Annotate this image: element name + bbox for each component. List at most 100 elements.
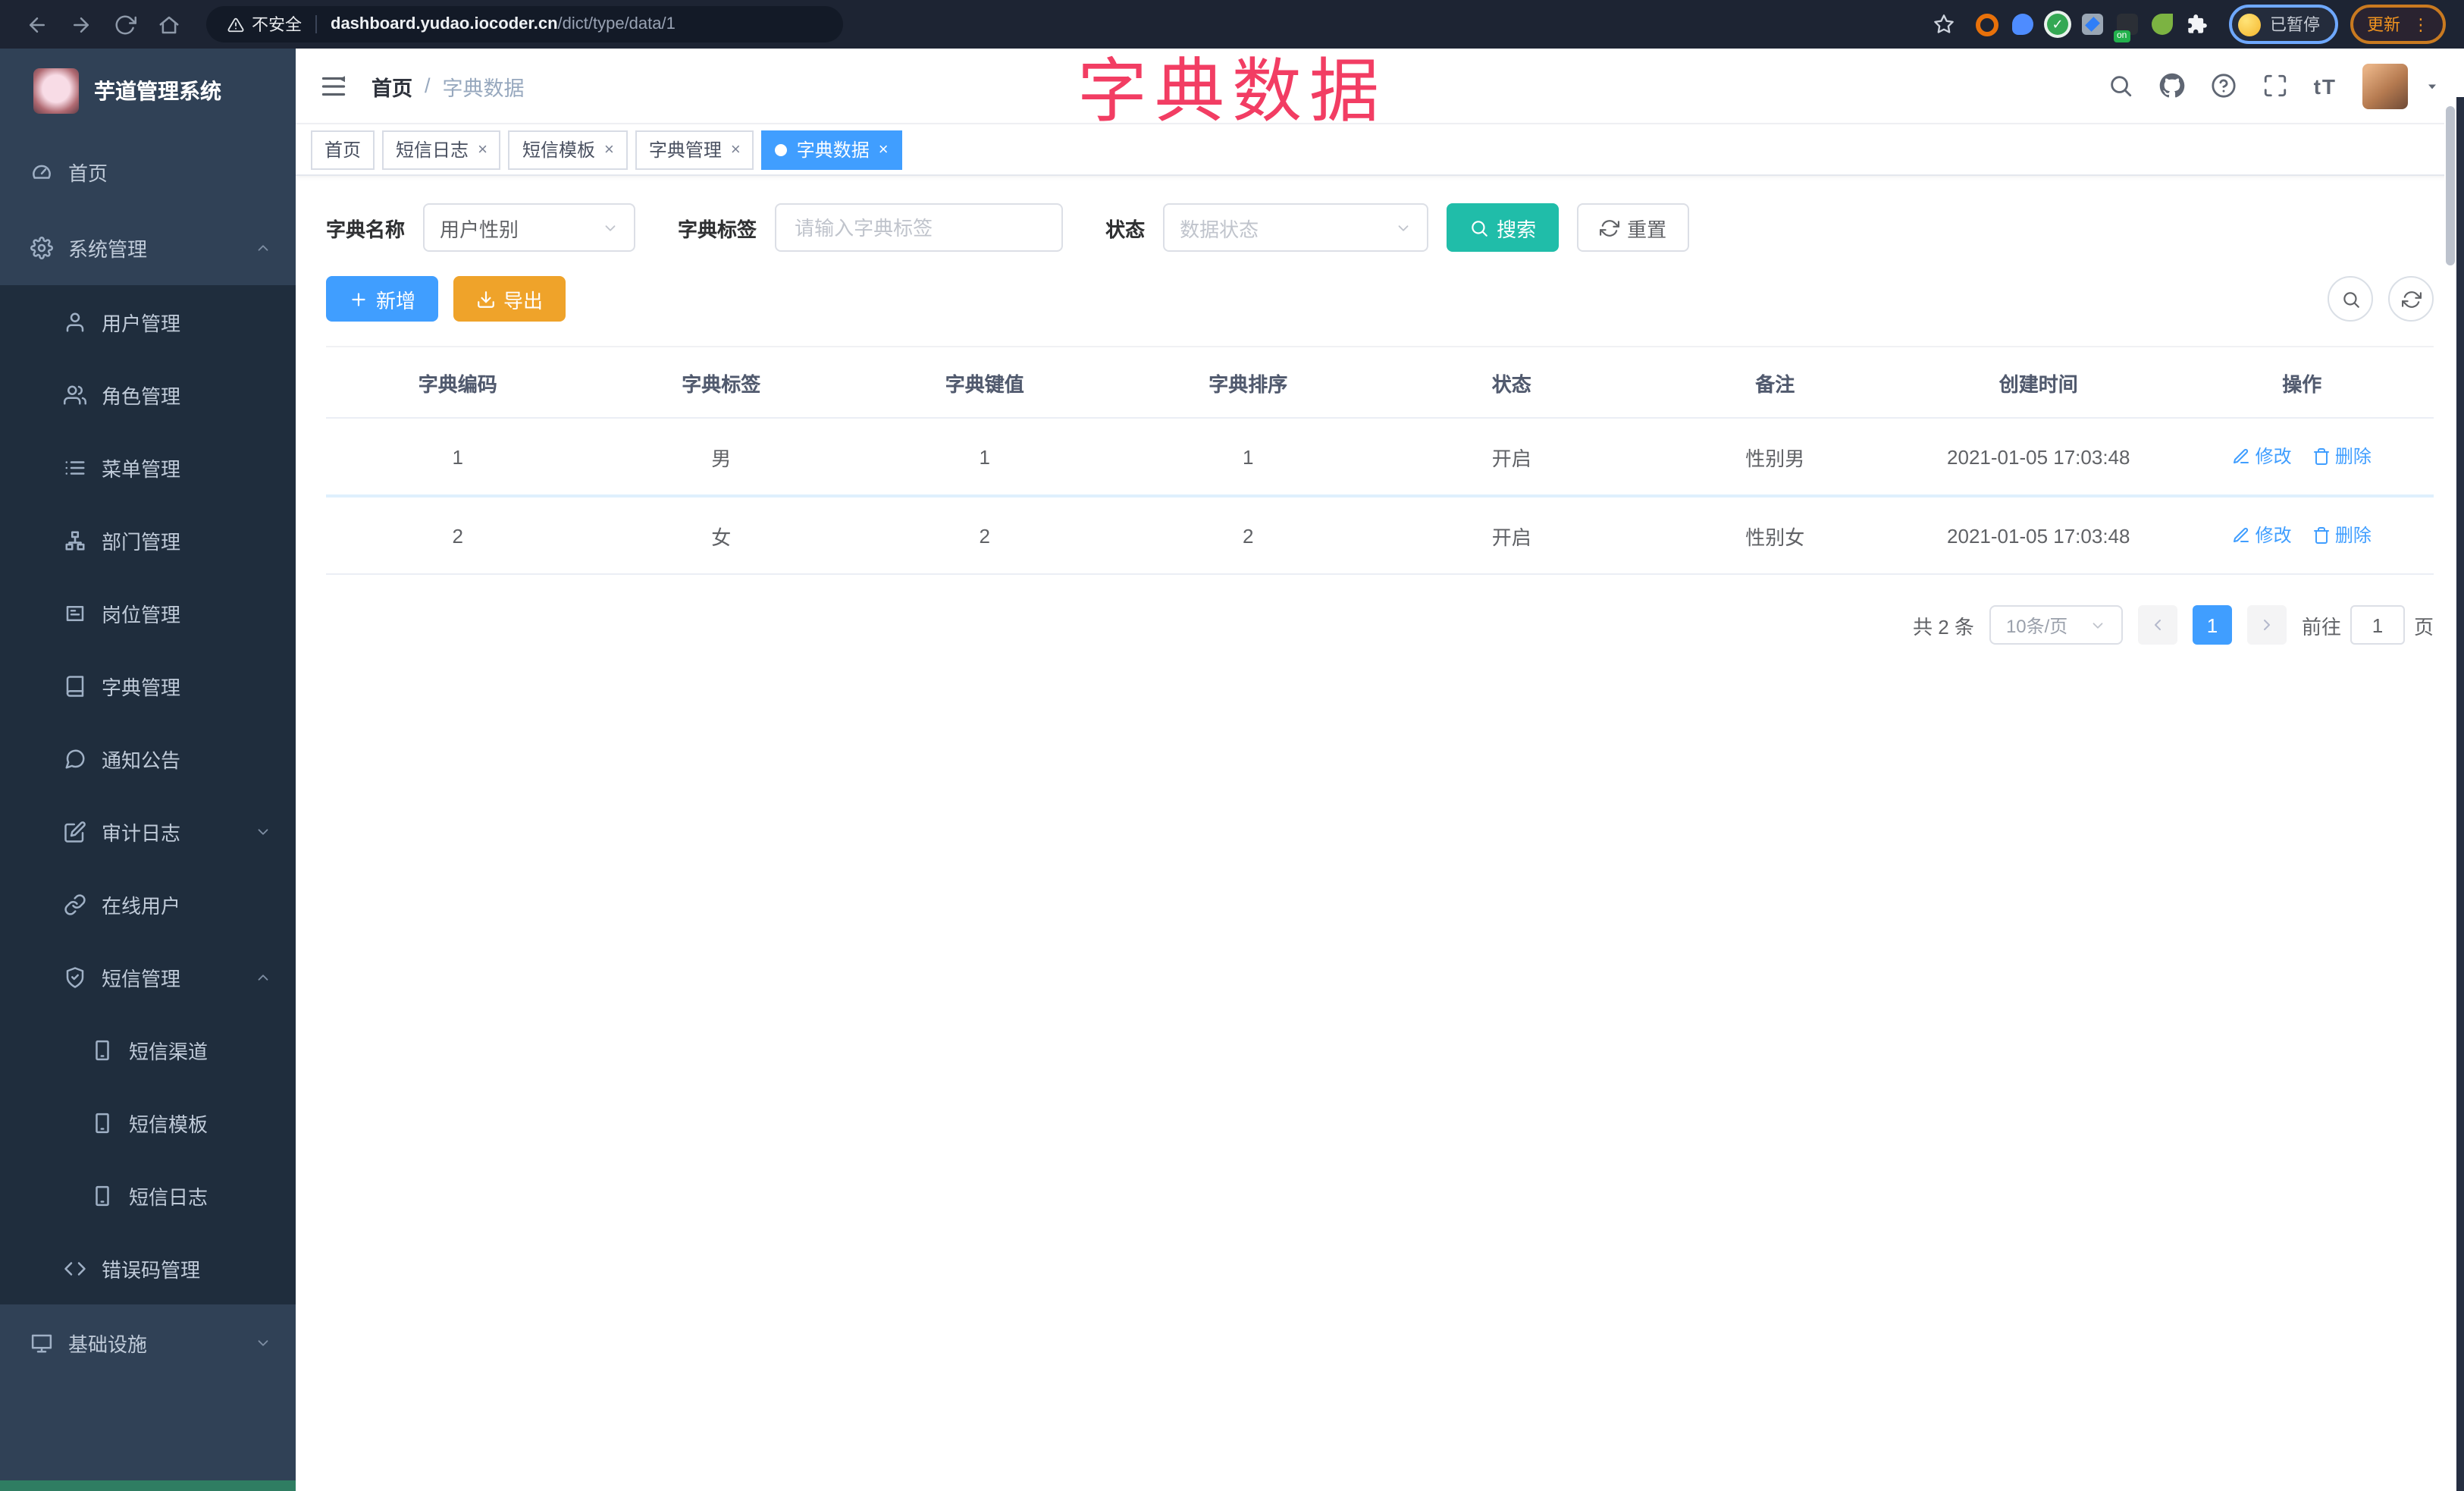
sidebar-item-label: 菜单管理 — [102, 457, 181, 480]
sidebar-item-online-users[interactable]: 在线用户 — [0, 868, 296, 940]
cell-dict-sort: 1 — [1116, 418, 1380, 498]
browser-menu-kebab-icon[interactable]: ⋮ — [2412, 14, 2429, 34]
tab-sms-log[interactable]: 短信日志 × — [382, 130, 501, 169]
sidebar-item-sms-log[interactable]: 短信日志 — [0, 1159, 296, 1232]
search-icon[interactable] — [2108, 73, 2133, 99]
cell-actions: 修改 删除 — [2170, 418, 2434, 498]
chevron-down-icon — [255, 823, 271, 840]
avatar-caret-down-icon[interactable] — [2425, 78, 2440, 93]
page-scrollbar[interactable] — [2444, 97, 2464, 1491]
sidebar-item-audit-log[interactable]: 审计日志 — [0, 795, 296, 868]
goto-page-input[interactable] — [2350, 605, 2405, 645]
current-page-button[interactable]: 1 — [2192, 605, 2232, 645]
font-size-icon[interactable]: tT — [2314, 74, 2337, 98]
fullscreen-icon[interactable] — [2262, 73, 2288, 99]
add-button[interactable]: 新增 — [326, 276, 439, 322]
sidebar-item-dept-mgmt[interactable]: 部门管理 — [0, 504, 296, 576]
sidebar-item-home[interactable]: 首页 — [0, 133, 296, 209]
app-logo-row[interactable]: 芋道管理系统 — [0, 49, 296, 133]
sidebar-item-dict-mgmt[interactable]: 字典管理 — [0, 649, 296, 722]
edit-pen-icon — [2233, 447, 2251, 466]
extension-orange-icon[interactable] — [1976, 13, 1998, 36]
col-header: 操作 — [2170, 346, 2434, 419]
tab-dict-data[interactable]: 字典数据 × — [761, 130, 902, 169]
sidebar-item-notice[interactable]: 通知公告 — [0, 722, 296, 795]
reset-button-label: 重置 — [1627, 218, 1667, 240]
browser-reload-icon[interactable] — [114, 13, 136, 36]
sidebar-item-menu-mgmt[interactable]: 菜单管理 — [0, 431, 296, 504]
extension-drop-icon[interactable] — [2012, 14, 2033, 35]
edit-link[interactable]: 修改 — [2233, 444, 2292, 469]
status-select[interactable]: 数据状态 — [1163, 203, 1429, 252]
extension-bars-icon[interactable] — [2082, 14, 2103, 35]
sidebar-bottom-strip — [0, 1480, 296, 1491]
prev-page-button[interactable] — [2137, 605, 2177, 645]
address-bar[interactable]: 不安全 dashboard.yudao.iocoder.cn/dict/type… — [206, 6, 843, 42]
browser-back-icon[interactable] — [26, 13, 49, 36]
sidebar-item-label: 错误码管理 — [102, 1258, 201, 1281]
refresh-table-button[interactable] — [2388, 276, 2434, 322]
close-icon[interactable]: × — [731, 140, 741, 159]
dict-tag-input[interactable] — [792, 215, 1047, 240]
refresh-icon — [2401, 289, 2421, 309]
delete-link[interactable]: 删除 — [2312, 444, 2372, 469]
sidebar-item-infrastructure[interactable]: 基础设施 — [0, 1304, 296, 1380]
reset-button[interactable]: 重置 — [1577, 203, 1690, 252]
sidebar-collapse-icon[interactable] — [320, 72, 347, 99]
extension-sprout-icon[interactable] — [2152, 14, 2173, 35]
trash-icon — [2312, 447, 2331, 466]
github-icon[interactable] — [2159, 73, 2185, 99]
cell-actions: 修改 删除 — [2170, 496, 2434, 575]
sidebar-item-role-mgmt[interactable]: 角色管理 — [0, 358, 296, 431]
navbar-actions: tT — [2108, 63, 2440, 108]
help-icon[interactable] — [2211, 73, 2237, 99]
chevron-down-icon — [602, 219, 619, 236]
extensions-puzzle-icon[interactable] — [2187, 14, 2208, 35]
toggle-search-button[interactable] — [2328, 276, 2373, 322]
refresh-icon — [1600, 218, 1620, 237]
extension-check-icon[interactable]: ✓ — [2047, 14, 2068, 35]
sidebar-item-sms-channel[interactable]: 短信渠道 — [0, 1013, 296, 1086]
tab-sms-template[interactable]: 短信模板 × — [508, 130, 628, 169]
scrollbar-thumb[interactable] — [2446, 106, 2455, 265]
edit-link[interactable]: 修改 — [2233, 523, 2292, 548]
cell-dict-sort: 2 — [1116, 496, 1380, 575]
next-page-button[interactable] — [2246, 605, 2287, 645]
close-icon[interactable]: × — [478, 140, 487, 159]
col-header: 字典排序 — [1116, 346, 1380, 419]
browser-home-icon[interactable] — [158, 13, 180, 36]
tab-dict-mgmt[interactable]: 字典管理 × — [635, 130, 754, 169]
sidebar-item-error-code[interactable]: 错误码管理 — [0, 1232, 296, 1304]
export-button[interactable]: 导出 — [453, 276, 566, 322]
app-title: 芋道管理系统 — [94, 79, 221, 103]
close-icon[interactable]: × — [604, 140, 614, 159]
sidebar-item-system-mgmt[interactable]: 系统管理 — [0, 209, 296, 285]
close-icon[interactable]: × — [879, 140, 889, 159]
browser-forward-icon[interactable] — [70, 13, 92, 36]
bookmark-star-icon[interactable] — [1933, 14, 1955, 35]
page-unit-label: 页 — [2413, 615, 2434, 638]
sidebar-item-label: 部门管理 — [102, 530, 181, 553]
cell-dict-code: 2 — [326, 496, 590, 575]
extension-dark-icon[interactable]: on — [2114, 14, 2138, 42]
page-size-select[interactable]: 10条/页 — [1989, 605, 2123, 645]
sidebar-item-label: 审计日志 — [102, 821, 181, 844]
browser-update-button[interactable]: 更新 ⋮ — [2350, 5, 2446, 44]
sidebar-item-sms-mgmt[interactable]: 短信管理 — [0, 940, 296, 1013]
user-avatar[interactable] — [2362, 63, 2408, 108]
cell-remark: 性别女 — [1643, 496, 1907, 575]
dict-name-select[interactable]: 用户性别 — [423, 203, 636, 252]
sidebar-item-post-mgmt[interactable]: 岗位管理 — [0, 576, 296, 649]
sidebar-item-sms-template[interactable]: 短信模板 — [0, 1086, 296, 1159]
page-watermark-title: 字典数据 — [1077, 52, 1387, 130]
profile-paused-chip[interactable]: 已暂停 — [2229, 5, 2338, 44]
search-button[interactable]: 搜索 — [1447, 203, 1560, 252]
extension-icons: ✓ on — [1976, 13, 2208, 42]
table-row: 1 男 1 1 开启 性别男 2021-01-05 17:03:48 修改 删除 — [326, 418, 2434, 498]
delete-link[interactable]: 删除 — [2312, 523, 2372, 548]
edit-pen-icon — [2233, 526, 2251, 545]
tab-home[interactable]: 首页 — [311, 130, 375, 169]
breadcrumb-home[interactable]: 首页 — [371, 71, 412, 101]
sidebar-item-label: 短信管理 — [102, 967, 181, 990]
sidebar-item-user-mgmt[interactable]: 用户管理 — [0, 285, 296, 358]
